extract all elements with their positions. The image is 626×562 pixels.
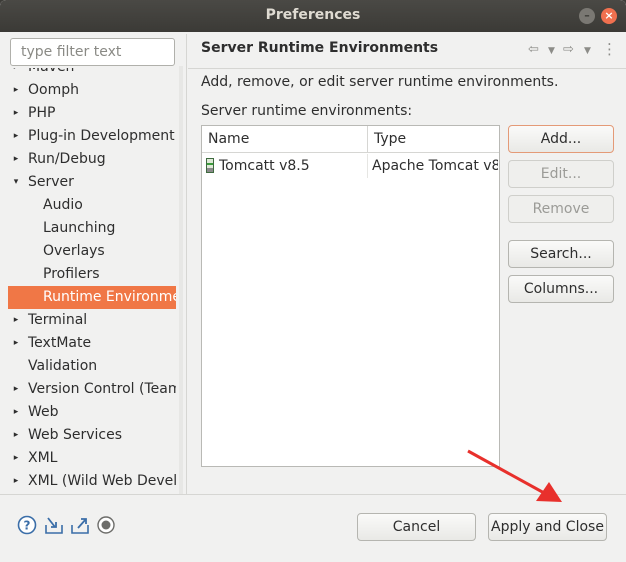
- collapsed-arrow-icon[interactable]: ▸: [10, 309, 22, 332]
- tree-item-label: Web: [28, 404, 59, 420]
- tree-item-label: Profilers: [43, 266, 100, 282]
- tree-item-run-debug[interactable]: ▸ Run/Debug: [8, 148, 176, 171]
- svg-text:?: ?: [24, 519, 31, 533]
- tree-item-label: Web Services: [28, 427, 123, 443]
- header-divider: [188, 68, 626, 69]
- page-title: Server Runtime Environments: [201, 40, 439, 56]
- tree-item-launching[interactable]: Launching: [8, 217, 176, 240]
- help-icon[interactable]: ?: [17, 515, 37, 535]
- tree-item-label: XML (Wild Web Developer): [28, 473, 176, 489]
- add-button[interactable]: Add...: [508, 125, 614, 153]
- tree-item-label: Launching: [43, 220, 116, 236]
- tree-item-label: Maven: [28, 68, 74, 79]
- collapsed-arrow-icon[interactable]: ▸: [10, 102, 22, 125]
- tree-item-label: Plug-in Development: [28, 128, 175, 144]
- record-icon[interactable]: [96, 515, 116, 535]
- close-icon: ×: [604, 9, 614, 22]
- tree-item-php[interactable]: ▸ PHP: [8, 102, 176, 125]
- cancel-button[interactable]: Cancel: [357, 513, 476, 541]
- collapsed-arrow-icon[interactable]: ▸: [10, 378, 22, 401]
- tree-item-audio[interactable]: Audio: [8, 194, 176, 217]
- tree-item-label: PHP: [28, 105, 56, 121]
- export-icon[interactable]: [70, 515, 90, 535]
- collapsed-arrow-icon[interactable]: ▸: [10, 68, 22, 79]
- search-button[interactable]: Search...: [508, 240, 614, 268]
- tree-scrollbar[interactable]: [179, 66, 183, 494]
- column-header-name[interactable]: Name: [202, 126, 368, 153]
- runtime-table[interactable]: Name Type Tomcatt v8.5 Apache Tomcat v8.…: [201, 125, 500, 467]
- collapsed-arrow-icon[interactable]: ▸: [10, 79, 22, 102]
- tree-item-maven[interactable]: ▸ Maven: [8, 68, 176, 79]
- column-header-type[interactable]: Type: [368, 126, 499, 153]
- tree-item-label: Terminal: [28, 312, 88, 328]
- import-icon[interactable]: [44, 515, 64, 535]
- tree-item-xml[interactable]: ▸ XML: [8, 447, 176, 470]
- collapsed-arrow-icon[interactable]: ▸: [10, 148, 22, 171]
- tree-item-plug-in-development[interactable]: ▸ Plug-in Development: [8, 125, 176, 148]
- view-menu-icon[interactable]: ⋮: [602, 40, 617, 58]
- tree-item-label: Server: [28, 174, 74, 190]
- title-bar: Preferences – ×: [0, 0, 626, 32]
- tree-item-server[interactable]: ▾ Server: [8, 171, 176, 194]
- tree-item-label: Runtime Environments: [43, 289, 176, 305]
- list-label: Server runtime environments:: [201, 103, 413, 119]
- preferences-tree: ▸ Maven ▸ Oomph ▸ PHP ▸ Plug-in Development ▸ Run…: [8, 68, 180, 493]
- window-title: Preferences: [265, 7, 361, 23]
- columns-button[interactable]: Columns...: [508, 275, 614, 303]
- minimize-button[interactable]: –: [579, 8, 595, 24]
- page-description: Add, remove, or edit server runtime envi…: [201, 74, 559, 90]
- forward-arrow-icon[interactable]: ⇨: [563, 42, 574, 57]
- back-menu-icon[interactable]: ▼: [548, 46, 555, 56]
- tree-item-label: Version Control (Team): [28, 381, 176, 397]
- collapsed-arrow-icon[interactable]: ▸: [10, 447, 22, 470]
- tree-item-xml-wild-web-developer[interactable]: ▸ XML (Wild Web Developer): [8, 470, 176, 493]
- tree-item-validation[interactable]: Validation: [8, 355, 176, 378]
- remove-button: Remove: [508, 195, 614, 223]
- server-runtime-icon: [206, 158, 214, 173]
- collapsed-arrow-icon[interactable]: ▸: [10, 125, 22, 148]
- tree-item-label: Run/Debug: [28, 151, 106, 167]
- runtime-name: Tomcatt v8.5: [219, 158, 310, 174]
- preferences-window: Preferences – × ▸ Maven ▸ Oomph ▸ PHP ▸ Plug-in…: [0, 0, 626, 562]
- tree-item-web[interactable]: ▸ Web: [8, 401, 176, 424]
- apply-and-close-button[interactable]: Apply and Close: [488, 513, 607, 541]
- tree-item-label: Validation: [28, 358, 98, 374]
- tree-item-terminal[interactable]: ▸ Terminal: [8, 309, 176, 332]
- tree-item-web-services[interactable]: ▸ Web Services: [8, 424, 176, 447]
- back-arrow-icon[interactable]: ⇦: [528, 42, 539, 57]
- filter-input[interactable]: [10, 38, 175, 66]
- tree-item-label: XML: [28, 450, 58, 466]
- tree-item-label: Oomph: [28, 82, 79, 98]
- minimize-icon: –: [584, 9, 590, 22]
- collapsed-arrow-icon[interactable]: ▸: [10, 401, 22, 424]
- tree-item-overlays[interactable]: Overlays: [8, 240, 176, 263]
- tree-item-profilers[interactable]: Profilers: [8, 263, 176, 286]
- tree-item-label: TextMate: [28, 335, 92, 351]
- footer-divider: [0, 494, 626, 495]
- tree-item-runtime-environments[interactable]: Runtime Environments: [8, 286, 176, 309]
- close-button[interactable]: ×: [601, 8, 617, 24]
- tree-item-version-control-team[interactable]: ▸ Version Control (Team): [8, 378, 176, 401]
- panel-divider[interactable]: [186, 34, 187, 494]
- table-row-type-cell[interactable]: Apache Tomcat v8.5: [368, 154, 498, 178]
- collapsed-arrow-icon[interactable]: ▸: [10, 470, 22, 493]
- expanded-arrow-icon[interactable]: ▾: [10, 171, 22, 194]
- tree-item-label: Overlays: [43, 243, 105, 259]
- collapsed-arrow-icon[interactable]: ▸: [10, 332, 22, 355]
- tree-item-textmate[interactable]: ▸ TextMate: [8, 332, 176, 355]
- tree-item-label: Audio: [43, 197, 83, 213]
- collapsed-arrow-icon[interactable]: ▸: [10, 424, 22, 447]
- tree-item-oomph[interactable]: ▸ Oomph: [8, 79, 176, 102]
- table-row-name-cell[interactable]: Tomcatt v8.5: [202, 154, 368, 178]
- forward-menu-icon[interactable]: ▼: [584, 46, 591, 56]
- edit-button: Edit...: [508, 160, 614, 188]
